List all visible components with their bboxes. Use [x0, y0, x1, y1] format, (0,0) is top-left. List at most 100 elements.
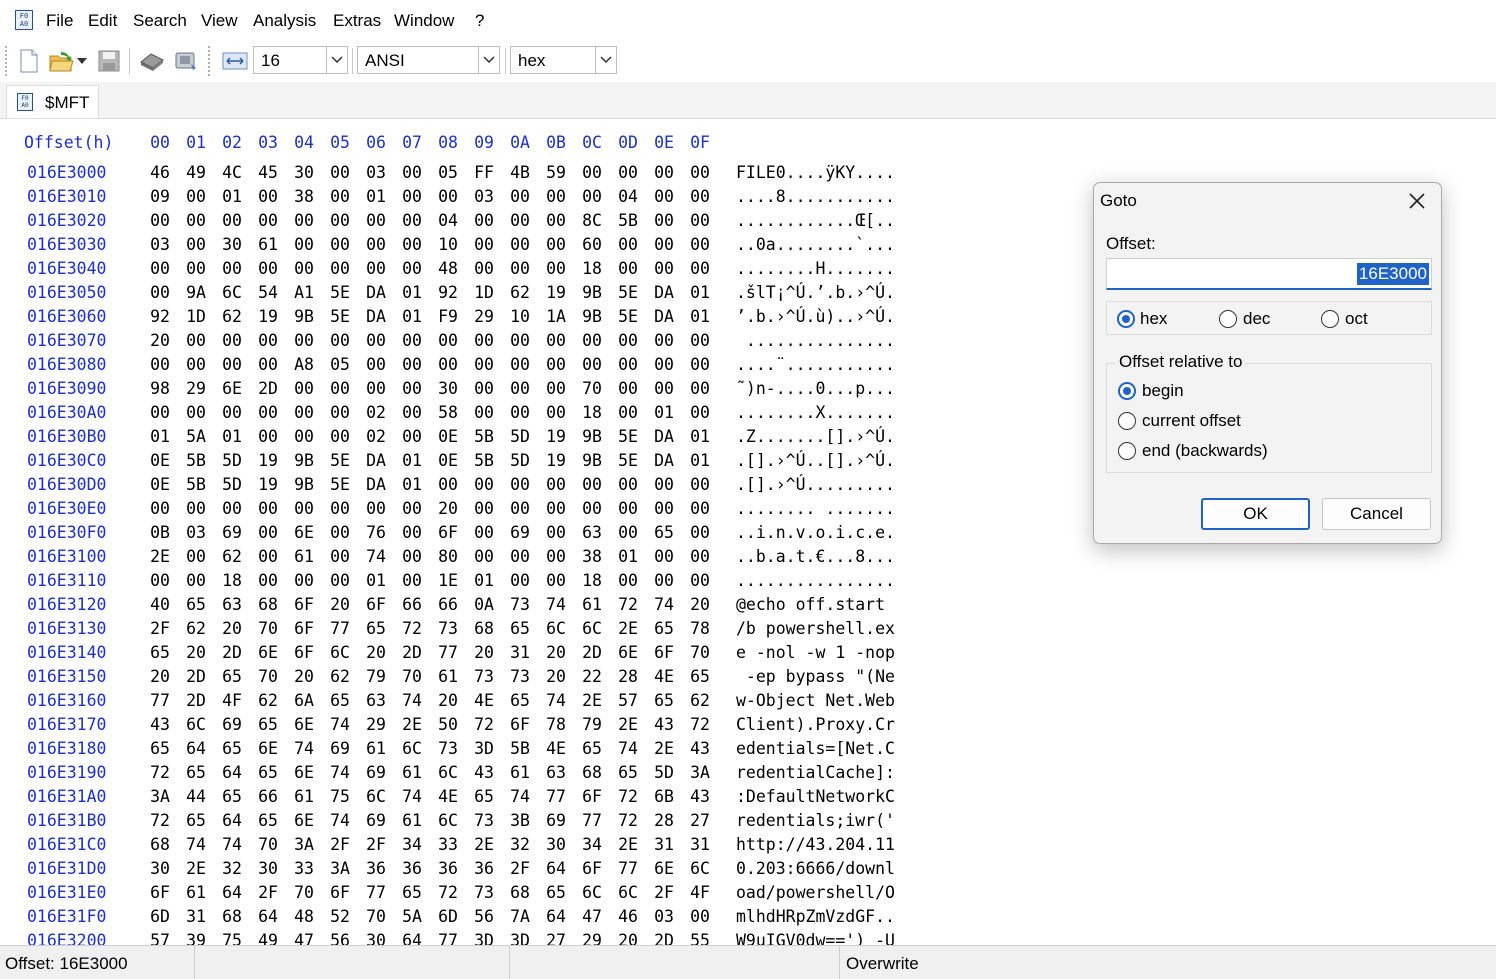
- hex-byte[interactable]: 7A: [507, 907, 533, 926]
- hex-byte[interactable]: 00: [327, 187, 353, 206]
- hex-byte[interactable]: 3B: [507, 811, 533, 830]
- hex-byte[interactable]: 00: [615, 259, 641, 278]
- hex-byte[interactable]: 9B: [579, 451, 605, 470]
- cancel-button[interactable]: Cancel: [1322, 498, 1431, 530]
- hex-byte[interactable]: 72: [615, 595, 641, 614]
- hex-byte[interactable]: 39: [183, 931, 209, 945]
- hex-byte[interactable]: 00: [255, 427, 281, 446]
- hex-byte[interactable]: 00: [471, 547, 497, 566]
- hex-byte[interactable]: 9B: [291, 307, 317, 326]
- hex-byte[interactable]: 01: [147, 427, 173, 446]
- hex-byte[interactable]: 6C: [543, 619, 569, 638]
- hex-byte[interactable]: 57: [147, 931, 173, 945]
- hex-byte[interactable]: 69: [327, 739, 353, 758]
- hex-byte[interactable]: 6C: [399, 739, 425, 758]
- hex-byte[interactable]: 00: [543, 499, 569, 518]
- hex-byte[interactable]: 2E: [615, 835, 641, 854]
- hex-byte[interactable]: 65: [543, 883, 569, 902]
- hex-byte[interactable]: 73: [507, 595, 533, 614]
- hex-byte[interactable]: 00: [219, 499, 245, 518]
- hex-byte[interactable]: 56: [471, 907, 497, 926]
- hex-byte[interactable]: 6F: [363, 595, 389, 614]
- hex-byte[interactable]: 6F: [579, 859, 605, 878]
- hex-byte[interactable]: 00: [471, 523, 497, 542]
- hex-byte[interactable]: 74: [327, 763, 353, 782]
- hex-byte[interactable]: 61: [435, 667, 461, 686]
- hex-byte[interactable]: DA: [363, 451, 389, 470]
- hex-byte[interactable]: 00: [651, 331, 677, 350]
- hex-byte[interactable]: 00: [687, 355, 713, 374]
- hex-byte[interactable]: 4E: [543, 739, 569, 758]
- hex-byte[interactable]: 68: [579, 763, 605, 782]
- hex-byte[interactable]: 9A: [183, 283, 209, 302]
- hex-byte[interactable]: 69: [363, 763, 389, 782]
- hex-byte[interactable]: 00: [651, 355, 677, 374]
- hex-byte[interactable]: 04: [615, 187, 641, 206]
- hex-byte[interactable]: 01: [399, 451, 425, 470]
- hex-byte[interactable]: 20: [435, 499, 461, 518]
- hex-byte[interactable]: 5B: [183, 451, 209, 470]
- hex-byte[interactable]: 01: [219, 427, 245, 446]
- hex-byte[interactable]: 19: [255, 307, 281, 326]
- hex-byte[interactable]: 61: [255, 235, 281, 254]
- hex-byte[interactable]: 18: [579, 259, 605, 278]
- hex-byte[interactable]: A8: [291, 355, 317, 374]
- ascii-text[interactable]: http://43.204.11: [736, 835, 895, 854]
- hex-byte[interactable]: 4E: [471, 691, 497, 710]
- hex-byte[interactable]: 00: [507, 259, 533, 278]
- hex-byte[interactable]: 5A: [183, 427, 209, 446]
- open-disk-icon[interactable]: [138, 47, 166, 75]
- ascii-text[interactable]: w-Object Net.Web: [736, 691, 895, 710]
- hex-byte[interactable]: 2F: [363, 835, 389, 854]
- hex-byte[interactable]: 00: [327, 331, 353, 350]
- hex-byte[interactable]: 74: [507, 787, 533, 806]
- hex-byte[interactable]: 65: [255, 811, 281, 830]
- hex-byte[interactable]: 00: [543, 235, 569, 254]
- hex-byte[interactable]: 6C: [435, 811, 461, 830]
- hex-byte[interactable]: 19: [543, 427, 569, 446]
- hex-byte[interactable]: 76: [363, 523, 389, 542]
- hex-byte[interactable]: 1A: [543, 307, 569, 326]
- hex-byte[interactable]: 65: [255, 715, 281, 734]
- hex-byte[interactable]: 00: [291, 331, 317, 350]
- hex-byte[interactable]: 00: [399, 259, 425, 278]
- hex-byte[interactable]: 00: [615, 571, 641, 590]
- hex-byte[interactable]: 54: [255, 283, 281, 302]
- hex-byte[interactable]: 5B: [615, 211, 641, 230]
- hex-byte[interactable]: 00: [399, 523, 425, 542]
- hex-byte[interactable]: 20: [291, 667, 317, 686]
- hex-byte[interactable]: 66: [255, 787, 281, 806]
- hex-byte[interactable]: 00: [147, 499, 173, 518]
- hex-byte[interactable]: 62: [219, 307, 245, 326]
- hex-byte[interactable]: 00: [327, 163, 353, 182]
- hex-byte[interactable]: 10: [507, 307, 533, 326]
- hex-byte[interactable]: 48: [291, 907, 317, 926]
- hex-byte[interactable]: 31: [507, 643, 533, 662]
- hex-byte[interactable]: 65: [327, 691, 353, 710]
- ascii-text[interactable]: ................: [736, 571, 895, 590]
- hex-byte[interactable]: 6D: [147, 907, 173, 926]
- hex-byte[interactable]: 00: [183, 187, 209, 206]
- charset-select[interactable]: ANSI: [357, 46, 500, 74]
- hex-byte[interactable]: 00: [615, 355, 641, 374]
- hex-byte[interactable]: 61: [579, 595, 605, 614]
- hex-byte[interactable]: 2E: [399, 715, 425, 734]
- hex-byte[interactable]: 3A: [291, 835, 317, 854]
- hex-byte[interactable]: 00: [471, 403, 497, 422]
- hex-byte[interactable]: DA: [651, 283, 677, 302]
- hex-byte[interactable]: 4F: [687, 883, 713, 902]
- hex-byte[interactable]: 6D: [435, 907, 461, 926]
- hex-byte[interactable]: 00: [291, 499, 317, 518]
- hex-byte[interactable]: 2F: [147, 619, 173, 638]
- hex-byte[interactable]: 65: [219, 667, 245, 686]
- radio-hex[interactable]: [1117, 310, 1135, 328]
- hex-byte[interactable]: 05: [435, 163, 461, 182]
- hex-byte[interactable]: 68: [255, 595, 281, 614]
- hex-byte[interactable]: 00: [327, 547, 353, 566]
- hex-byte[interactable]: 20: [327, 595, 353, 614]
- hex-byte[interactable]: DA: [651, 427, 677, 446]
- hex-byte[interactable]: 01: [363, 571, 389, 590]
- hex-byte[interactable]: 5E: [327, 475, 353, 494]
- hex-byte[interactable]: DA: [651, 451, 677, 470]
- hex-byte[interactable]: 79: [363, 667, 389, 686]
